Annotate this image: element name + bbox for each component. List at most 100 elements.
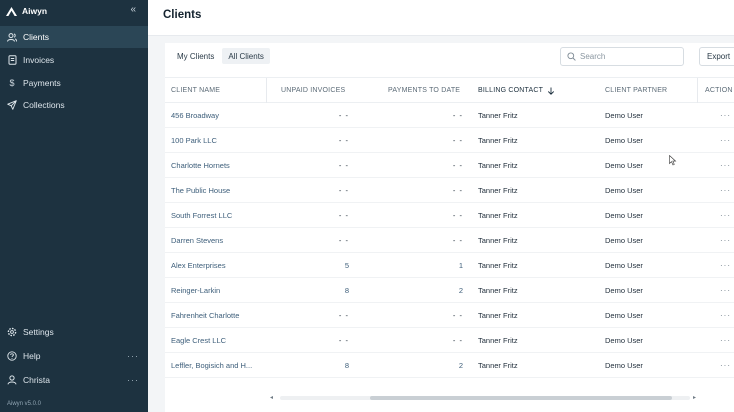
row-actions-icon[interactable]: ··· — [720, 103, 734, 128]
sidebar-item-user[interactable]: Christa ··· — [0, 369, 148, 391]
unpaid-invoices-cell[interactable]: 8 — [269, 353, 349, 378]
client-name-link[interactable]: 100 Park LLC — [171, 128, 263, 153]
main-content: Clients My Clients All Clients Export CL… — [148, 0, 734, 412]
table-row[interactable]: Alex Enterprises 5 1 Tanner Fritz Demo U… — [165, 253, 734, 278]
billing-contact-cell: Tanner Fritz — [478, 111, 518, 120]
unpaid-invoices-cell[interactable]: 8 — [269, 278, 349, 303]
invoice-icon — [7, 55, 17, 65]
horizontal-scrollbar[interactable]: ◂ ▸ — [270, 394, 700, 402]
sidebar-item-settings[interactable]: Settings — [0, 321, 148, 343]
client-filter-tabs: My Clients All Clients — [171, 48, 270, 65]
client-name-link[interactable]: 456 Broadway — [171, 103, 263, 128]
billing-contact-cell: Tanner Fritz — [478, 186, 518, 195]
client-partner-cell: Demo User — [605, 236, 643, 245]
client-name-link[interactable]: Fahrenheit Charlotte — [171, 303, 263, 328]
unpaid-invoices-cell: - - — [338, 186, 349, 195]
row-actions-icon[interactable]: ··· — [720, 153, 734, 178]
search-box[interactable] — [560, 47, 684, 66]
tab-my-clients[interactable]: My Clients — [171, 48, 220, 64]
scroll-left-icon[interactable]: ◂ — [270, 394, 273, 402]
unpaid-invoices-cell: - - — [338, 236, 349, 245]
sidebar-item-payments[interactable]: $ Payments — [0, 72, 148, 94]
search-input[interactable] — [580, 52, 680, 61]
row-actions-icon[interactable]: ··· — [720, 203, 734, 228]
client-partner-cell: Demo User — [605, 186, 643, 195]
row-actions-icon[interactable]: ··· — [720, 353, 734, 378]
table-row[interactable]: 100 Park LLC - - - - Tanner Fritz Demo U… — [165, 128, 734, 153]
table-row[interactable]: South Forrest LLC - - - - Tanner Fritz D… — [165, 203, 734, 228]
table-row[interactable]: Charlotte Hornets - - - - Tanner Fritz D… — [165, 153, 734, 178]
row-actions-icon[interactable]: ··· — [720, 278, 734, 303]
col-billing-contact[interactable]: BILLING CONTACT — [478, 78, 555, 103]
column-divider[interactable] — [266, 78, 267, 103]
table-row[interactable]: 456 Broadway - - - - Tanner Fritz Demo U… — [165, 103, 734, 128]
payments-to-date-cell[interactable]: 2 — [375, 278, 463, 303]
scroll-right-icon[interactable]: ▸ — [693, 394, 696, 402]
unpaid-invoices-cell: - - — [338, 111, 349, 120]
row-actions-icon[interactable]: ··· — [720, 328, 734, 353]
client-name-link[interactable]: The Public House — [171, 178, 263, 203]
client-name-link[interactable]: Alex Enterprises — [171, 253, 263, 278]
table-row[interactable]: Darren Stevens - - - - Tanner Fritz Demo… — [165, 228, 734, 253]
client-name-link[interactable]: Darren Stevens — [171, 228, 263, 253]
unpaid-invoices-cell: - - — [338, 136, 349, 145]
unpaid-invoices-cell: - - — [338, 211, 349, 220]
scrollbar-thumb[interactable] — [370, 396, 672, 400]
sidebar-item-label: Settings — [23, 327, 54, 337]
client-name-link[interactable]: South Forrest LLC — [171, 203, 263, 228]
client-partner-cell: Demo User — [605, 361, 643, 370]
unpaid-invoices-cell: - - — [338, 161, 349, 170]
sidebar-item-label: Christa — [23, 375, 50, 385]
col-payments-to-date[interactable]: PAYMENTS TO DATE — [388, 78, 460, 103]
table-row[interactable]: Eagle Crest LLC - - - - Tanner Fritz Dem… — [165, 328, 734, 353]
billing-contact-cell: Tanner Fritz — [478, 261, 518, 270]
row-actions-icon[interactable]: ··· — [720, 178, 734, 203]
user-more-icon[interactable]: ··· — [127, 375, 139, 385]
row-actions-icon[interactable]: ··· — [720, 303, 734, 328]
row-actions-icon[interactable]: ··· — [720, 228, 734, 253]
row-actions-icon[interactable]: ··· — [720, 128, 734, 153]
sidebar-item-collections[interactable]: Collections — [0, 94, 148, 116]
col-client-name[interactable]: CLIENT NAME — [171, 78, 220, 103]
col-client-partner[interactable]: CLIENT PARTNER — [605, 78, 667, 103]
table-toolbar: My Clients All Clients Export — [165, 43, 734, 77]
help-more-icon[interactable]: ··· — [127, 351, 139, 361]
sidebar-item-invoices[interactable]: Invoices — [0, 49, 148, 71]
client-name-link[interactable]: Leffler, Bogisich and H... — [171, 353, 263, 378]
search-icon — [567, 52, 576, 61]
unpaid-invoices-cell[interactable]: 5 — [269, 253, 349, 278]
export-button[interactable]: Export — [699, 47, 734, 66]
table-header: CLIENT NAME UNPAID INVOICES PAYMENTS TO … — [165, 77, 734, 103]
payments-to-date-cell[interactable]: 1 — [375, 253, 463, 278]
row-actions-icon[interactable]: ··· — [720, 253, 734, 278]
billing-contact-cell: Tanner Fritz — [478, 361, 518, 370]
payments-to-date-cell: - - — [452, 161, 463, 170]
client-name-link[interactable]: Reinger-Larkin — [171, 278, 263, 303]
table-row[interactable]: Reinger-Larkin 8 2 Tanner Fritz Demo Use… — [165, 278, 734, 303]
top-bar: Clients — [148, 0, 734, 36]
column-divider[interactable] — [697, 78, 698, 103]
table-row[interactable]: Fahrenheit Charlotte - - - - Tanner Frit… — [165, 303, 734, 328]
client-partner-cell: Demo User — [605, 161, 643, 170]
sidebar-item-clients[interactable]: Clients — [0, 26, 148, 48]
sidebar-item-label: Help — [23, 351, 41, 361]
table-row[interactable]: The Public House - - - - Tanner Fritz De… — [165, 178, 734, 203]
client-partner-cell: Demo User — [605, 336, 643, 345]
app-version: Aiwyn v5.0.0 — [7, 401, 42, 407]
client-partner-cell: Demo User — [605, 136, 643, 145]
sidebar-item-label: Payments — [23, 78, 61, 88]
table-row[interactable]: Leffler, Bogisich and H... 8 2 Tanner Fr… — [165, 353, 734, 378]
collapse-sidebar-icon[interactable]: « — [130, 4, 136, 16]
user-icon — [7, 375, 17, 385]
col-unpaid-invoices[interactable]: UNPAID INVOICES — [281, 78, 345, 103]
tab-all-clients[interactable]: All Clients — [222, 48, 270, 64]
payments-to-date-cell[interactable]: 2 — [375, 353, 463, 378]
brand-name: Aiwyn — [22, 6, 48, 16]
col-action: ACTION — [705, 87, 733, 94]
client-name-link[interactable]: Eagle Crest LLC — [171, 328, 263, 353]
sort-desc-arrow-icon — [548, 87, 555, 95]
users-icon — [7, 32, 17, 42]
client-name-link[interactable]: Charlotte Hornets — [171, 153, 263, 178]
sidebar-item-help[interactable]: Help ··· — [0, 345, 148, 367]
brand[interactable]: Aiwyn — [6, 4, 47, 18]
